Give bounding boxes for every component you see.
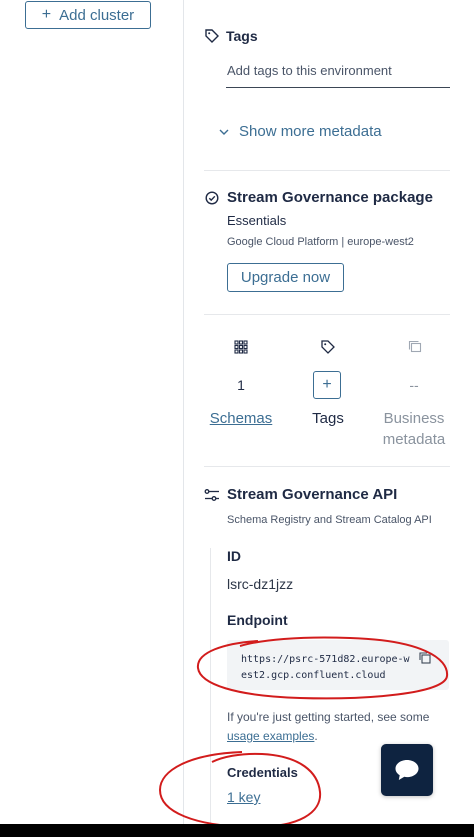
tags-stat-label: Tags	[312, 410, 344, 427]
tags-input[interactable]	[226, 60, 450, 88]
show-more-metadata-toggle[interactable]: Show more metadata	[219, 123, 382, 140]
usage-examples-link[interactable]: usage examples	[227, 729, 314, 743]
business-metadata-label: Business metadata	[382, 410, 446, 448]
help-text: If you're just getting started, see some…	[227, 708, 457, 746]
chat-button[interactable]	[381, 744, 433, 796]
help-text-suffix: .	[314, 729, 318, 743]
upgrade-now-button[interactable]: Upgrade now	[227, 263, 344, 292]
add-cluster-label: Add cluster	[59, 6, 135, 24]
help-text-prefix: If you're just getting started, see some	[227, 710, 430, 724]
schemas-link[interactable]: Schemas	[206, 408, 276, 429]
id-value: lsrc-dz1jzz	[227, 576, 294, 592]
tag-icon	[321, 340, 335, 354]
endpoint-value: https://psrc-571d82.europe-west2.gcp.con…	[241, 654, 410, 681]
bottom-bar	[0, 824, 474, 837]
stream-governance-api-subtitle: Schema Registry and Stream Catalog API	[227, 514, 432, 526]
stream-governance-package-title: Stream Governance package	[227, 189, 433, 206]
tag-icon	[204, 28, 220, 44]
settings-sliders-icon	[204, 487, 220, 503]
badge-check-icon	[204, 190, 220, 206]
section-indent-line	[210, 548, 211, 837]
left-column: + Add cluster	[0, 0, 184, 837]
add-tag-button[interactable]: +	[313, 371, 341, 399]
package-region: Google Cloud Platform | europe-west2	[227, 236, 414, 248]
endpoint-box: https://psrc-571d82.europe-west2.gcp.con…	[227, 640, 449, 690]
credentials-link[interactable]: 1 key	[227, 789, 260, 805]
schemas-count: 1	[237, 377, 245, 393]
show-more-metadata-label: Show more metadata	[239, 123, 382, 140]
stream-governance-api-title: Stream Governance API	[227, 486, 398, 503]
business-metadata-count: --	[409, 377, 419, 393]
divider	[204, 466, 450, 467]
package-plan: Essentials	[227, 213, 287, 228]
credentials-label: Credentials	[227, 765, 298, 780]
divider	[204, 170, 450, 171]
id-label: ID	[227, 548, 241, 564]
chevron-down-icon	[219, 127, 229, 137]
grid-icon	[234, 340, 248, 354]
plus-icon: +	[41, 6, 52, 23]
copy-icon[interactable]	[419, 652, 431, 664]
chat-bubble-icon	[394, 758, 420, 782]
copy-stack-icon	[408, 340, 422, 354]
plus-icon: +	[322, 376, 332, 393]
add-cluster-button[interactable]: + Add cluster	[25, 1, 151, 29]
endpoint-label: Endpoint	[227, 612, 288, 628]
divider	[204, 314, 450, 315]
tags-heading: Tags	[226, 28, 258, 44]
